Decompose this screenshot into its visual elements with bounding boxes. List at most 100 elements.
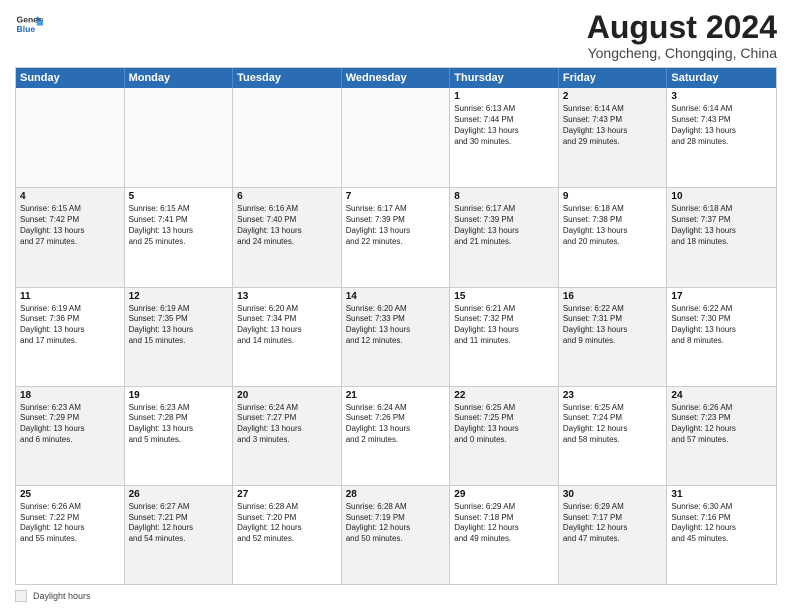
day-number: 28 — [346, 489, 446, 500]
cell-info: Sunrise: 6:19 AM Sunset: 7:35 PM Dayligh… — [129, 304, 229, 347]
cal-cell: 18Sunrise: 6:23 AM Sunset: 7:29 PM Dayli… — [16, 387, 125, 485]
logo: General Blue — [15, 10, 43, 38]
cell-info: Sunrise: 6:14 AM Sunset: 7:43 PM Dayligh… — [563, 104, 663, 147]
cal-cell: 9Sunrise: 6:18 AM Sunset: 7:38 PM Daylig… — [559, 188, 668, 286]
cal-header-day: Monday — [125, 68, 234, 88]
cal-cell: 23Sunrise: 6:25 AM Sunset: 7:24 PM Dayli… — [559, 387, 668, 485]
day-number: 1 — [454, 91, 554, 102]
cell-info: Sunrise: 6:25 AM Sunset: 7:24 PM Dayligh… — [563, 403, 663, 446]
cell-info: Sunrise: 6:20 AM Sunset: 7:33 PM Dayligh… — [346, 304, 446, 347]
cal-cell: 7 Sunrise: 6:17 AM Sunset: 7:39 PM Daylig… — [342, 188, 451, 286]
cal-header-day: Saturday — [667, 68, 776, 88]
month-year-title: August 2024 — [587, 10, 777, 45]
cell-info: Sunrise: 6:22 AM Sunset: 7:30 PM Dayligh… — [671, 304, 772, 347]
cell-info: Sunrise: 6:26 AM Sunset: 7:23 PM Dayligh… — [671, 403, 772, 446]
day-number: 12 — [129, 291, 229, 302]
cell-info: Sunrise: 6:19 AM Sunset: 7:36 PM Dayligh… — [20, 304, 120, 347]
day-number: 10 — [671, 191, 772, 202]
day-number: 4 — [20, 191, 120, 202]
day-number: 26 — [129, 489, 229, 500]
logo-icon: General Blue — [15, 10, 43, 38]
cell-info: Sunrise: 6:29 AM Sunset: 7:17 PM Dayligh… — [563, 502, 663, 545]
location-subtitle: Yongcheng, Chongqing, China — [587, 45, 777, 61]
header: General Blue August 2024 Yongcheng, Chon… — [15, 10, 777, 61]
cal-header-day: Wednesday — [342, 68, 451, 88]
day-number: 22 — [454, 390, 554, 401]
cell-info: Sunrise: 6:24 AM Sunset: 7:26 PM Dayligh… — [346, 403, 446, 446]
cal-week-row: 18Sunrise: 6:23 AM Sunset: 7:29 PM Dayli… — [16, 386, 776, 485]
cal-week-row: 4Sunrise: 6:15 AM Sunset: 7:42 PM Daylig… — [16, 187, 776, 286]
day-number: 3 — [671, 91, 772, 102]
cal-cell — [16, 88, 125, 187]
cell-info: Sunrise: 6:23 AM Sunset: 7:28 PM Dayligh… — [129, 403, 229, 446]
cell-info: Sunrise: 6:23 AM Sunset: 7:29 PM Dayligh… — [20, 403, 120, 446]
day-number: 30 — [563, 489, 663, 500]
cal-cell: 30 Sunrise: 6:29 AM Sunset: 7:17 PM Dayli… — [559, 486, 668, 584]
cal-week-row: 1 Sunrise: 6:13 AM Sunset: 7:44 PM Daylig… — [16, 88, 776, 187]
cell-info: Sunrise: 6:26 AM Sunset: 7:22 PM Dayligh… — [20, 502, 120, 545]
cell-info: Sunrise: 6:16 AM Sunset: 7:40 PM Dayligh… — [237, 204, 337, 247]
cell-info: Sunrise: 6:20 AM Sunset: 7:34 PM Dayligh… — [237, 304, 337, 347]
cal-header-day: Friday — [559, 68, 668, 88]
day-number: 17 — [671, 291, 772, 302]
day-number: 9 — [563, 191, 663, 202]
cal-cell: 2 Sunrise: 6:14 AM Sunset: 7:43 PM Daylig… — [559, 88, 668, 187]
cell-info: Sunrise: 6:25 AM Sunset: 7:25 PM Dayligh… — [454, 403, 554, 446]
day-number: 11 — [20, 291, 120, 302]
cell-info: Sunrise: 6:28 AM Sunset: 7:19 PM Dayligh… — [346, 502, 446, 545]
calendar: SundayMondayTuesdayWednesdayThursdayFrid… — [15, 67, 777, 585]
page: General Blue August 2024 Yongcheng, Chon… — [0, 0, 792, 612]
cal-cell: 4Sunrise: 6:15 AM Sunset: 7:42 PM Daylig… — [16, 188, 125, 286]
cal-cell: 28 Sunrise: 6:28 AM Sunset: 7:19 PM Dayli… — [342, 486, 451, 584]
cal-cell: 5Sunrise: 6:15 AM Sunset: 7:41 PM Daylig… — [125, 188, 234, 286]
cal-cell: 13 Sunrise: 6:20 AM Sunset: 7:34 PM Dayli… — [233, 288, 342, 386]
cal-cell: 29Sunrise: 6:29 AM Sunset: 7:18 PM Dayli… — [450, 486, 559, 584]
day-number: 15 — [454, 291, 554, 302]
day-number: 27 — [237, 489, 337, 500]
legend-label: Daylight hours — [33, 591, 91, 601]
cal-cell: 8Sunrise: 6:17 AM Sunset: 7:39 PM Daylig… — [450, 188, 559, 286]
cell-info: Sunrise: 6:29 AM Sunset: 7:18 PM Dayligh… — [454, 502, 554, 545]
cal-cell: 21 Sunrise: 6:24 AM Sunset: 7:26 PM Dayli… — [342, 387, 451, 485]
cal-cell — [233, 88, 342, 187]
calendar-header: SundayMondayTuesdayWednesdayThursdayFrid… — [16, 68, 776, 88]
cell-info: Sunrise: 6:24 AM Sunset: 7:27 PM Dayligh… — [237, 403, 337, 446]
day-number: 21 — [346, 390, 446, 401]
cal-cell: 22 Sunrise: 6:25 AM Sunset: 7:25 PM Dayli… — [450, 387, 559, 485]
cell-info: Sunrise: 6:13 AM Sunset: 7:44 PM Dayligh… — [454, 104, 554, 147]
cal-cell: 26 Sunrise: 6:27 AM Sunset: 7:21 PM Dayli… — [125, 486, 234, 584]
calendar-body: 1 Sunrise: 6:13 AM Sunset: 7:44 PM Daylig… — [16, 88, 776, 584]
legend: Daylight hours — [15, 590, 777, 602]
cal-cell: 25Sunrise: 6:26 AM Sunset: 7:22 PM Dayli… — [16, 486, 125, 584]
cell-info: Sunrise: 6:27 AM Sunset: 7:21 PM Dayligh… — [129, 502, 229, 545]
cal-cell: 31 Sunrise: 6:30 AM Sunset: 7:16 PM Dayli… — [667, 486, 776, 584]
cal-cell: 11 Sunrise: 6:19 AM Sunset: 7:36 PM Dayli… — [16, 288, 125, 386]
cell-info: Sunrise: 6:30 AM Sunset: 7:16 PM Dayligh… — [671, 502, 772, 545]
title-block: August 2024 Yongcheng, Chongqing, China — [587, 10, 777, 61]
day-number: 7 — [346, 191, 446, 202]
cal-cell: 24Sunrise: 6:26 AM Sunset: 7:23 PM Dayli… — [667, 387, 776, 485]
cell-info: Sunrise: 6:21 AM Sunset: 7:32 PM Dayligh… — [454, 304, 554, 347]
cal-cell: 12 Sunrise: 6:19 AM Sunset: 7:35 PM Dayli… — [125, 288, 234, 386]
cal-week-row: 25Sunrise: 6:26 AM Sunset: 7:22 PM Dayli… — [16, 485, 776, 584]
day-number: 13 — [237, 291, 337, 302]
cell-info: Sunrise: 6:22 AM Sunset: 7:31 PM Dayligh… — [563, 304, 663, 347]
svg-text:Blue: Blue — [17, 24, 36, 34]
cal-header-day: Sunday — [16, 68, 125, 88]
legend-box — [15, 590, 27, 602]
cal-cell: 10 Sunrise: 6:18 AM Sunset: 7:37 PM Dayli… — [667, 188, 776, 286]
day-number: 2 — [563, 91, 663, 102]
cell-info: Sunrise: 6:14 AM Sunset: 7:43 PM Dayligh… — [671, 104, 772, 147]
cal-cell: 15 Sunrise: 6:21 AM Sunset: 7:32 PM Dayli… — [450, 288, 559, 386]
day-number: 8 — [454, 191, 554, 202]
cell-info: Sunrise: 6:17 AM Sunset: 7:39 PM Dayligh… — [346, 204, 446, 247]
cal-header-day: Thursday — [450, 68, 559, 88]
cal-cell: 3 Sunrise: 6:14 AM Sunset: 7:43 PM Daylig… — [667, 88, 776, 187]
cal-cell — [342, 88, 451, 187]
day-number: 19 — [129, 390, 229, 401]
day-number: 14 — [346, 291, 446, 302]
cell-info: Sunrise: 6:18 AM Sunset: 7:37 PM Dayligh… — [671, 204, 772, 247]
day-number: 31 — [671, 489, 772, 500]
day-number: 20 — [237, 390, 337, 401]
cell-info: Sunrise: 6:28 AM Sunset: 7:20 PM Dayligh… — [237, 502, 337, 545]
